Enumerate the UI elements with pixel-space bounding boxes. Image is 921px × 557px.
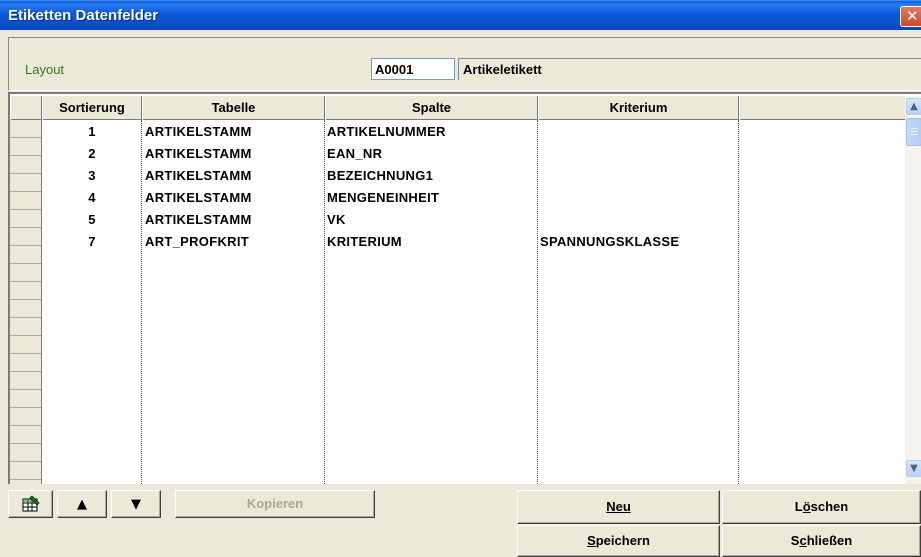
new-button[interactable]: Neu [517,490,720,524]
close-button[interactable]: Schließen [722,525,921,557]
save-button[interactable]: Speichern [517,525,720,557]
table-row[interactable]: 2 ARTIKELSTAMM EAN_NR [42,143,905,165]
layout-name-field: Artikeletikett [458,58,921,80]
copy-button-label: Kopieren [246,496,304,511]
move-up-button[interactable]: ▲ [57,490,107,518]
cell-tabelle[interactable]: ART_PROFKRIT [145,231,249,253]
etiketten-datenfelder-window: Etiketten Datenfelder ✕ Layout A0001 Art… [0,0,921,557]
title-bar[interactable]: Etiketten Datenfelder ✕ [0,0,921,30]
cell-tabelle[interactable]: ARTIKELSTAMM [145,209,252,231]
grid-header: Sortierung Tabelle Spalte Kriterium [10,96,905,120]
layout-row: Layout A0001 Artikeletikett [8,37,921,91]
header-kriterium[interactable]: Kriterium [538,96,739,120]
scroll-up-icon[interactable]: ▲ [906,98,921,115]
cell-spalte[interactable]: VK [327,209,346,231]
cell-spalte[interactable]: EAN_NR [327,143,382,165]
delete-label-post: schen [810,499,849,514]
cell-spalte[interactable]: MENGENEINHEIT [327,187,439,209]
table-row[interactable]: 1 ARTIKELSTAMM ARTIKELNUMMER [42,121,905,143]
arrow-down-icon: ▼ [131,497,141,512]
cell-tabelle[interactable]: ARTIKELSTAMM [145,165,252,187]
delete-label-pre: L [794,499,803,514]
datenfelder-grid[interactable]: Sortierung Tabelle Spalte Kriterium 1 AR… [8,92,921,484]
cell-sortierung[interactable]: 5 [42,209,142,231]
layout-label: Layout [25,62,65,77]
row-selector-column[interactable] [10,120,42,484]
cell-tabelle[interactable]: ARTIKELSTAMM [145,143,252,165]
cell-kriterium[interactable]: SPANNUNGSKLASSE [540,231,679,253]
delete-button[interactable]: Löschen [722,490,921,524]
cell-sortierung[interactable]: 4 [42,187,142,209]
close-label-ul: c [799,533,807,548]
cell-sortierung[interactable]: 3 [42,165,142,187]
close-label-post: hließen [806,533,853,548]
cell-tabelle[interactable]: ARTIKELSTAMM [145,121,252,143]
save-label-post: peichern [595,533,650,548]
table-row[interactable]: 3 ARTIKELSTAMM BEZEICHNUNG1 [42,165,905,187]
scroll-down-icon[interactable]: ▼ [906,460,921,477]
cell-tabelle[interactable]: ARTIKELSTAMM [145,187,252,209]
save-label-ul: S [587,533,596,548]
header-sortierung[interactable]: Sortierung [42,96,142,120]
layout-code-field[interactable]: A0001 [371,58,455,80]
cell-spalte[interactable]: ARTIKELNUMMER [327,121,446,143]
grid-edit-icon [22,495,39,512]
vertical-scrollbar[interactable]: ▲ ▼ [905,96,921,484]
close-icon[interactable]: ✕ [900,6,921,27]
table-row[interactable]: 5 ARTIKELSTAMM VK [42,209,905,231]
header-extra [739,96,905,120]
move-down-button[interactable]: ▼ [111,490,161,518]
grid-edit-button[interactable] [8,490,53,518]
header-tabelle[interactable]: Tabelle [142,96,325,120]
header-corner [10,96,42,120]
cell-sortierung[interactable]: 2 [42,143,142,165]
table-row[interactable]: 7 ART_PROFKRIT KRITERIUM SPANNUNGSKLASSE [42,231,905,253]
header-spalte[interactable]: Spalte [325,96,538,120]
arrow-up-icon: ▲ [77,497,87,512]
table-row[interactable]: 4 ARTIKELSTAMM MENGENEINHEIT [42,187,905,209]
cell-sortierung[interactable]: 7 [42,231,142,253]
cell-spalte[interactable]: BEZEICHNUNG1 [327,165,433,187]
new-button-label: Neu [606,499,631,514]
window-title: Etiketten Datenfelder [8,7,159,24]
scroll-thumb[interactable] [906,118,921,146]
cell-spalte[interactable]: KRITERIUM [327,231,402,253]
copy-button[interactable]: Kopieren [175,490,375,518]
delete-label-ul: ö [802,499,811,514]
cell-sortierung[interactable]: 1 [42,121,142,143]
